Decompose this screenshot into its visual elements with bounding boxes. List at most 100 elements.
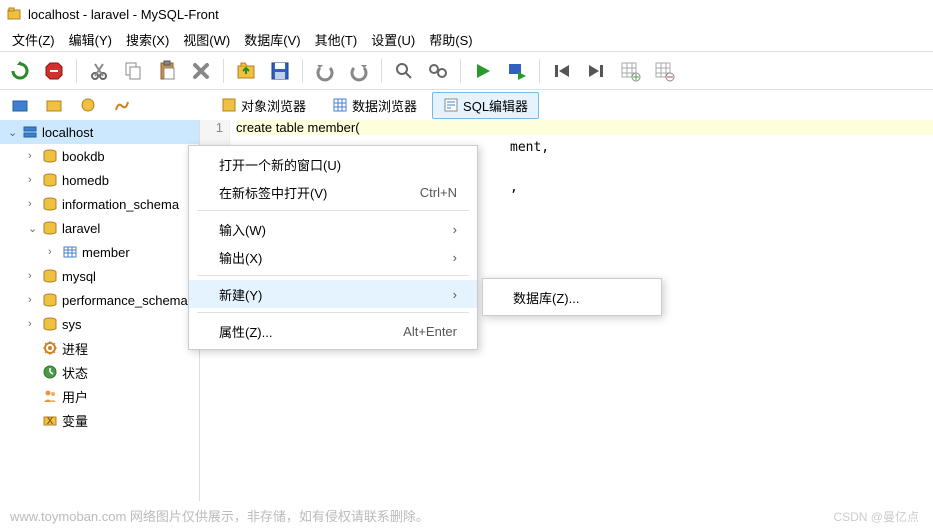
expander-icon[interactable]: › [28,174,42,186]
open-button[interactable] [232,57,260,85]
tree-item-sys[interactable]: › sys [0,312,199,336]
tree-tool-4[interactable] [108,91,136,119]
delete-button[interactable] [187,57,215,85]
tree-item-label: laravel [62,221,100,236]
tree-panel: ⌄localhost›bookdb›homedb›information_sch… [0,120,200,501]
secondary-bar: 对象浏览器 数据浏览器 SQL编辑器 [0,90,933,120]
undo-button[interactable] [311,57,339,85]
tree-tool-1[interactable] [6,91,34,119]
tree-item-label: bookdb [62,149,105,164]
chevron-right-icon: › [453,250,457,265]
expander-icon[interactable]: › [28,294,42,306]
menu-settings[interactable]: 设置(U) [365,28,421,51]
menu-search[interactable]: 搜索(X) [120,28,175,51]
expander-icon[interactable]: › [28,270,42,282]
database-icon [42,172,58,188]
grid-plus-button[interactable] [616,57,644,85]
tree-item--[interactable]: 进程 [0,336,199,360]
context-menu-item[interactable]: 新建(Y)› [189,280,477,308]
menu-other[interactable]: 其他(T) [309,28,364,51]
tree-item--[interactable]: x变量 [0,408,199,432]
copy-button[interactable] [119,57,147,85]
menu-item-label: 输出(X) [219,248,453,267]
tree-item-mysql[interactable]: › mysql [0,264,199,288]
expander-icon[interactable]: › [48,246,62,258]
tree-item-label: member [82,245,130,260]
context-menu: 打开一个新的窗口(U)在新标签中打开(V)Ctrl+N输入(W)›输出(X)›新… [188,145,478,350]
vars-icon: x [42,412,58,428]
tree-item-localhost[interactable]: ⌄ localhost [0,120,199,144]
cut-button[interactable] [85,57,113,85]
menu-item-label: 输入(W) [219,220,453,239]
server-icon [22,124,38,140]
tree-item-homedb[interactable]: ›homedb [0,168,199,192]
last-button[interactable] [582,57,610,85]
expander-icon[interactable]: › [28,198,42,210]
tree-item-label: sys [62,317,82,332]
tree-item-label: 进程 [62,339,88,358]
tree-item-bookdb[interactable]: › bookdb [0,144,199,168]
save-button[interactable] [266,57,294,85]
menu-edit[interactable]: 编辑(Y) [63,28,118,51]
tree-item--[interactable]: 状态 [0,360,199,384]
watermark: CSDN @曼亿点 [833,508,919,525]
table-icon [62,244,78,260]
tree-item-label: localhost [42,125,93,140]
expander-icon[interactable]: ⌄ [8,126,22,139]
tab-object-browser[interactable]: 对象浏览器 [210,92,317,119]
tree-item-member[interactable]: › member [0,240,199,264]
database-icon [42,268,58,284]
database-icon [42,220,58,236]
users-icon [42,388,58,404]
tree-item-performance-schema[interactable]: › performance_schema [0,288,199,312]
tree-tool-2[interactable] [40,91,68,119]
context-menu-item[interactable]: 在新标签中打开(V)Ctrl+N [189,178,477,206]
expander-icon[interactable]: ⌄ [28,222,42,235]
context-menu-item[interactable]: 输出(X)› [189,243,477,271]
database-icon [42,316,58,332]
grid-minus-button[interactable] [650,57,678,85]
object-browser-icon [221,97,237,113]
find-button[interactable] [390,57,418,85]
expander-icon[interactable]: › [28,318,42,330]
first-button[interactable] [548,57,576,85]
menu-item-label: 在新标签中打开(V) [219,183,400,202]
tree-item-laravel[interactable]: ⌄ laravel [0,216,199,240]
menu-database[interactable]: 数据库(V) [238,28,306,51]
run-button[interactable] [469,57,497,85]
paste-button[interactable] [153,57,181,85]
expander-icon[interactable]: › [28,150,42,162]
menu-file[interactable]: 文件(Z) [6,28,61,51]
context-menu-item[interactable]: 输入(W)› [189,215,477,243]
tree-item-information-schema[interactable]: ›information_schema [0,192,199,216]
redo-button[interactable] [345,57,373,85]
database-icon [42,292,58,308]
sql-editor-icon [443,97,459,113]
tree-tool-3[interactable] [74,91,102,119]
submenu-item-new-database[interactable]: 数据库(Z)... [483,283,661,311]
menu-view[interactable]: 视图(W) [177,28,236,51]
tree-item--[interactable]: 用户 [0,384,199,408]
run-selection-button[interactable] [503,57,531,85]
tree-item-label: performance_schema [62,293,188,308]
refresh-button[interactable] [6,57,34,85]
data-browser-icon [332,97,348,113]
tree-item-label: 状态 [62,363,88,382]
stop-button[interactable] [40,57,68,85]
main-toolbar [0,52,933,90]
context-menu-item[interactable]: 属性(Z)...Alt+Enter [189,317,477,345]
menu-item-label: 新建(Y) [219,285,453,304]
menu-bar: 文件(Z) 编辑(Y) 搜索(X) 视图(W) 数据库(V) 其他(T) 设置(… [0,28,933,52]
tab-label: 数据浏览器 [352,96,417,115]
tree-item-label: mysql [62,269,96,284]
menu-item-shortcut: Alt+Enter [403,324,457,339]
replace-button[interactable] [424,57,452,85]
tree-item-label: 变量 [62,411,88,430]
tab-data-browser[interactable]: 数据浏览器 [321,92,428,119]
tab-sql-editor[interactable]: SQL编辑器 [432,92,539,119]
database-icon [42,196,58,212]
process-icon [42,340,58,356]
status-icon [42,364,58,380]
context-menu-item[interactable]: 打开一个新的窗口(U) [189,150,477,178]
menu-help[interactable]: 帮助(S) [423,28,478,51]
